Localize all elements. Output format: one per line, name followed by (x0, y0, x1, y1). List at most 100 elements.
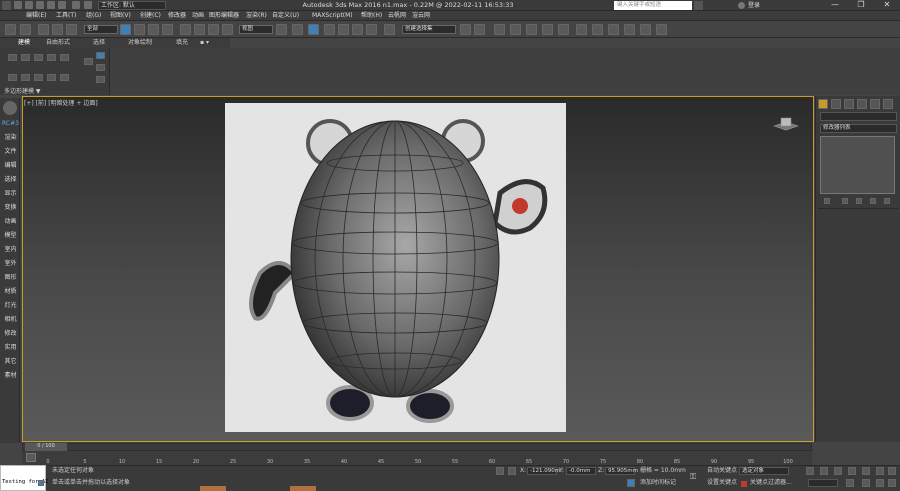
place-icon[interactable] (222, 24, 233, 35)
left-item-light[interactable]: 灯光 (2, 302, 19, 310)
left-item-modify[interactable]: 修改 (2, 330, 19, 338)
tab-freeform[interactable]: 自由形式 (46, 39, 70, 47)
key-icon[interactable]: ⚿ (690, 472, 696, 482)
goto-end-icon[interactable] (862, 467, 870, 475)
app-logo-icon[interactable] (2, 1, 11, 10)
configure-sets-icon[interactable] (884, 198, 890, 204)
goto-start-icon[interactable] (806, 467, 814, 475)
menu-help[interactable]: 帮助(H) (361, 12, 382, 20)
ribbon-tool-10[interactable] (60, 74, 69, 81)
modifier-list-select[interactable]: 修改器列表 (820, 124, 897, 133)
left-item-material[interactable]: 材质 (2, 288, 19, 296)
transform-mode-icon[interactable] (508, 467, 516, 475)
render-setup-icon[interactable] (592, 24, 603, 35)
menu-customize[interactable]: 自定义(U) (272, 12, 299, 20)
selection-filter-select[interactable]: 全部 (84, 25, 118, 34)
create-tab-icon[interactable] (818, 99, 828, 109)
track-bar[interactable]: 0 5 10 15 20 25 30 35 40 45 50 55 60 65 70 75 80 85 90 95 10… (22, 451, 812, 465)
percent-snap-icon[interactable] (352, 24, 363, 35)
z-coordinate-input[interactable]: 95.905mm (605, 467, 638, 475)
time-config-icon[interactable] (846, 479, 854, 487)
set-key-button[interactable]: 设置关键点 (707, 479, 737, 487)
motion-tab-icon[interactable] (857, 99, 867, 109)
left-item-model[interactable]: 模型 (2, 232, 19, 240)
left-item-select[interactable]: 选择 (2, 176, 19, 184)
menu-maxscript[interactable]: MAXScript(M) (312, 12, 353, 20)
utilities-tab-icon[interactable] (883, 99, 893, 109)
modify-tab-icon[interactable] (831, 99, 841, 109)
ribbon-tool-14[interactable] (84, 58, 93, 65)
curve-editor-icon[interactable] (542, 24, 553, 35)
tab-modeling[interactable]: 建模 (18, 39, 30, 47)
login-link[interactable]: 登录 (748, 1, 760, 10)
rendered-frame-icon[interactable] (608, 24, 619, 35)
display-tab-icon[interactable] (870, 99, 880, 109)
left-item-interior[interactable]: 室内 (2, 246, 19, 254)
redo-icon[interactable] (58, 1, 66, 9)
lock-selection-icon[interactable] (496, 467, 504, 475)
menu-tools[interactable]: 工具(T) (56, 12, 76, 20)
mesh-sphere[interactable] (290, 120, 500, 398)
ribbon-tool-3[interactable] (34, 54, 43, 61)
tab-object-paint[interactable]: 对象绘制 (128, 39, 152, 47)
ribbon-panel-label[interactable]: 多边形建模 ▼ (4, 86, 41, 95)
render-iterative-icon[interactable] (640, 24, 651, 35)
menu-graph-editors[interactable]: 图形编辑器 (209, 12, 239, 20)
key-filters-button[interactable]: 关键点过滤器... (750, 479, 792, 487)
left-item-animation[interactable]: 动画 (2, 218, 19, 226)
menu-group[interactable]: 组(G) (86, 12, 101, 20)
left-item-assets[interactable]: 素材 (2, 372, 19, 380)
ribbon-tool-7[interactable] (21, 74, 30, 81)
left-item-shape[interactable]: 图形 (2, 274, 19, 282)
menu-edit[interactable]: 编辑(E) (26, 12, 46, 20)
left-item-camera[interactable]: 相机 (2, 316, 19, 324)
menu-rendering[interactable]: 渲染(R) (246, 12, 267, 20)
time-slider-thumb[interactable]: 0 / 100 (25, 443, 67, 451)
ribbon-tool-2[interactable] (21, 54, 30, 61)
maxscript-listener[interactable]: Testing for AI (0, 465, 48, 491)
ribbon-tool-13[interactable] (96, 76, 105, 83)
left-item-0[interactable]: RC#3 (2, 120, 19, 128)
snap-toggle-icon[interactable] (324, 24, 335, 35)
select-object-icon[interactable] (120, 24, 131, 35)
link-icon[interactable] (38, 24, 49, 35)
new-file-icon[interactable] (14, 1, 22, 9)
schematic-view-icon[interactable] (558, 24, 569, 35)
menu-modifiers[interactable]: 修改器 (168, 12, 186, 20)
search-input[interactable]: 键入关键字或短语 (614, 1, 692, 10)
scene-explorer-icon[interactable] (494, 24, 505, 35)
viewcube-icon[interactable] (772, 116, 800, 132)
keyboard-shortcut-icon[interactable] (308, 24, 319, 35)
left-item-render[interactable]: 渲染 (2, 134, 19, 142)
edit-named-selection-icon[interactable] (384, 24, 395, 35)
ribbon-tool-11[interactable] (96, 52, 105, 59)
menu-create[interactable]: 创建(C) (140, 12, 161, 20)
ribbon-tool-5[interactable] (60, 54, 69, 61)
ribbon-tool-4[interactable] (47, 54, 56, 61)
ribbon-tool-1[interactable] (8, 54, 17, 61)
viewport-label[interactable]: [+] [前] [明暗处理 + 边面] (24, 98, 98, 107)
scale-icon[interactable] (208, 24, 219, 35)
auto-key-button[interactable]: 自动关键点 (707, 467, 737, 475)
material-editor-icon[interactable] (576, 24, 587, 35)
ribbon-options-icon[interactable]: ▪ ▾ (200, 39, 209, 47)
layer-explorer-icon[interactable] (510, 24, 521, 35)
select-manipulate-icon[interactable] (292, 24, 303, 35)
object-name-input[interactable] (820, 112, 897, 121)
spinner-snap-icon[interactable] (366, 24, 377, 35)
ribbon-toggle-icon[interactable] (526, 24, 537, 35)
move-icon[interactable] (180, 24, 191, 35)
pivot-center-icon[interactable] (276, 24, 287, 35)
prev-frame-icon[interactable] (820, 467, 828, 475)
undo-icon[interactable] (5, 24, 16, 35)
y-coordinate-input[interactable]: -0.0mm (566, 467, 596, 475)
left-item-display[interactable]: 显示 (2, 190, 19, 198)
ribbon-tool-9[interactable] (47, 74, 56, 81)
pan-icon[interactable] (862, 479, 870, 487)
unlink-icon[interactable] (52, 24, 63, 35)
mirror-icon[interactable] (460, 24, 471, 35)
select-by-name-icon[interactable] (134, 24, 145, 35)
align-icon[interactable] (474, 24, 485, 35)
left-item-edit[interactable]: 编辑 (2, 162, 19, 170)
make-unique-icon[interactable] (856, 198, 862, 204)
